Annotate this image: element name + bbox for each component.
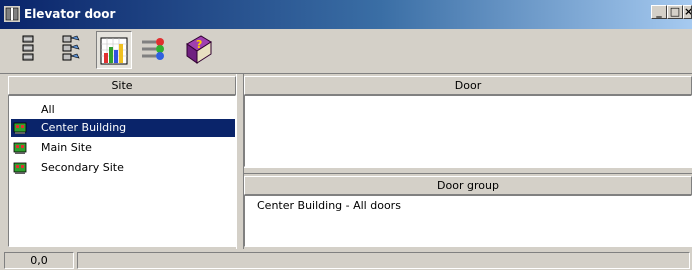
tree-item-label: Main Site — [41, 141, 92, 154]
vertical-splitter[interactable] — [236, 74, 244, 249]
horizontal-splitter[interactable] — [244, 167, 692, 174]
legend-icon — [142, 38, 164, 60]
minimize-icon: _ — [656, 5, 662, 18]
help-button[interactable]: ? — [181, 31, 217, 69]
status-coords: 0,0 — [4, 252, 74, 269]
door-group-header[interactable]: Door group — [244, 176, 692, 195]
toolbar: ? — [0, 29, 692, 74]
list-details-button[interactable] — [53, 31, 89, 69]
tree-item-label: Secondary Site — [41, 161, 124, 174]
door-list[interactable] — [244, 95, 692, 167]
door-group-list[interactable]: Center Building - All doors — [244, 195, 692, 247]
door-header[interactable]: Door — [244, 76, 692, 95]
status-bar: 0,0 — [0, 249, 692, 270]
list-item[interactable]: Center Building - All doors — [257, 199, 401, 212]
bar-chart-icon — [100, 37, 128, 65]
site-icon — [13, 122, 27, 134]
title-bar[interactable]: Elevator door _ □ × — [0, 0, 692, 29]
help-book-icon: ? — [186, 35, 212, 64]
tree-item-main-site[interactable]: Main Site — [11, 139, 92, 157]
legend-button[interactable] — [136, 31, 172, 69]
tree-item-center-building[interactable]: Center Building — [11, 119, 235, 137]
window-title: Elevator door — [24, 7, 116, 21]
close-icon: × — [684, 6, 691, 18]
tree-item-label: All — [41, 103, 55, 116]
svg-text:?: ? — [196, 38, 202, 51]
site-icon — [13, 162, 27, 174]
list-large-icon — [22, 35, 34, 61]
bar-chart-button[interactable] — [96, 31, 132, 69]
elevator-door-app-icon — [4, 6, 20, 22]
close-button[interactable]: × — [683, 5, 692, 19]
status-message — [77, 252, 690, 269]
site-tree[interactable]: All Center Building Main Site Secondary … — [8, 95, 236, 247]
minimize-button[interactable]: _ — [651, 5, 667, 19]
maximize-icon: □ — [669, 5, 681, 18]
list-large-button[interactable] — [12, 31, 48, 69]
site-icon — [13, 142, 27, 154]
list-details-icon — [62, 35, 80, 61]
tree-item-secondary-site[interactable]: Secondary Site — [11, 159, 124, 177]
site-header[interactable]: Site — [8, 76, 236, 95]
tree-item-all[interactable]: All — [11, 101, 55, 119]
maximize-button[interactable]: □ — [667, 5, 683, 19]
tree-item-label: Center Building — [41, 121, 127, 134]
